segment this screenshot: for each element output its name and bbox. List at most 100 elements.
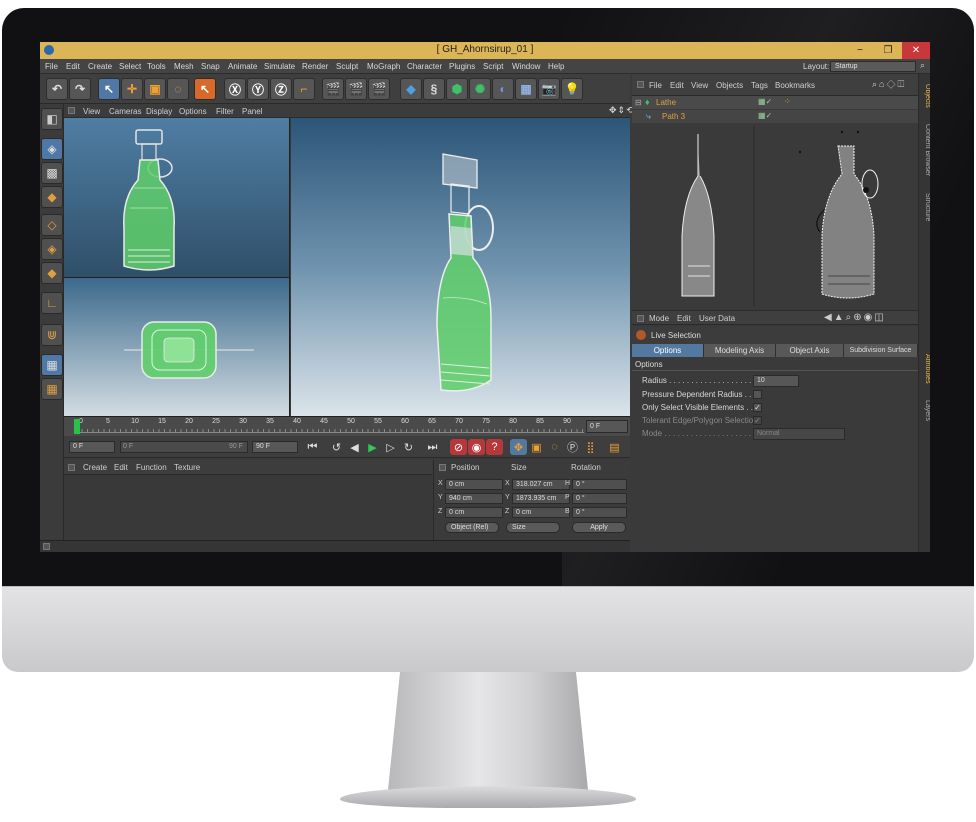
object-name-path[interactable]: Path 3 xyxy=(662,112,685,121)
move-icon[interactable]: ✛ xyxy=(121,78,143,100)
pos-z-field[interactable]: 0 cm xyxy=(445,507,503,518)
material-menu-function[interactable]: Function xyxy=(136,463,167,472)
visible-only-checkbox[interactable]: ✓ xyxy=(753,403,762,412)
snapping-magnet-icon[interactable]: ⋓ xyxy=(41,324,63,346)
layout-select[interactable]: Startup xyxy=(830,61,916,72)
apply-button[interactable]: Apply xyxy=(572,522,626,533)
objects-menu-view[interactable]: View xyxy=(691,81,708,90)
previous-key-icon[interactable]: ↺ xyxy=(328,439,345,455)
viewport-menu-display[interactable]: Display xyxy=(146,107,172,116)
floor-scene-icon[interactable]: ▦ xyxy=(515,78,537,100)
material-menu-edit[interactable]: Edit xyxy=(114,463,128,472)
tab-object-axis[interactable]: Object Axis xyxy=(776,344,844,357)
render-view-icon[interactable]: 🎬 xyxy=(322,78,344,100)
objects-menu-objects[interactable]: Objects xyxy=(716,81,743,90)
z-axis-lock-icon[interactable]: Ⓩ xyxy=(270,78,292,100)
radius-field[interactable]: 10 xyxy=(753,375,799,387)
redo-icon[interactable]: ↷ xyxy=(69,78,91,100)
visibility-check-icon[interactable]: ▦✓ xyxy=(758,97,772,106)
x-axis-lock-icon[interactable]: Ⓧ xyxy=(224,78,246,100)
array-generator-icon[interactable]: ✺ xyxy=(469,78,491,100)
tolerant-selection-checkbox[interactable]: ✓ xyxy=(753,416,762,425)
rotation-key-icon[interactable]: ◌ xyxy=(546,439,563,455)
subdivision-surface-icon[interactable]: ⬢ xyxy=(446,78,468,100)
attribute-nav-icons[interactable]: ◀▲⌕⊕◉◫ xyxy=(824,312,886,323)
viewport-menu-view[interactable]: View xyxy=(83,107,100,116)
menu-edit[interactable]: Edit xyxy=(66,62,80,71)
position-key-icon[interactable]: ✥ xyxy=(510,439,527,455)
workplane-mode-icon[interactable]: ◆ xyxy=(41,186,63,208)
viewport-perspective[interactable] xyxy=(291,118,630,416)
attributes-menu-mode[interactable]: Mode xyxy=(649,314,669,323)
viewport-menu-panel[interactable]: Panel xyxy=(242,107,262,116)
preview-range-slider[interactable]: 0 F 90 F xyxy=(120,441,248,453)
rotate-icon[interactable]: ◌ xyxy=(167,78,189,100)
timeline-window-icon[interactable]: ▤ xyxy=(606,439,623,455)
rot-h-field[interactable]: 0 ° xyxy=(572,479,627,490)
menu-file[interactable]: File xyxy=(45,62,58,71)
pressure-radius-checkbox[interactable] xyxy=(753,390,762,399)
rot-p-field[interactable]: 0 ° xyxy=(572,493,627,504)
camera-icon[interactable]: 📷 xyxy=(538,78,560,100)
side-tab-structure[interactable]: Structure xyxy=(919,186,930,228)
side-tab-attributes[interactable]: Attributes xyxy=(919,346,930,392)
menu-character[interactable]: Character xyxy=(407,62,442,71)
play-icon[interactable]: ▶ xyxy=(364,439,381,455)
autokeying-icon[interactable]: ◉ xyxy=(468,439,485,455)
spline-pen-icon[interactable]: § xyxy=(423,78,445,100)
menu-sculpt[interactable]: Sculpt xyxy=(336,62,358,71)
viewport-front[interactable] xyxy=(64,278,290,416)
axis-mode-icon[interactable]: ∟ xyxy=(41,292,63,314)
go-to-end-icon[interactable]: ⏭ xyxy=(424,439,441,455)
minimize-button[interactable]: − xyxy=(846,42,874,59)
pos-x-field[interactable]: 0 cm xyxy=(445,479,503,490)
scale-key-icon[interactable]: ▣ xyxy=(528,439,545,455)
render-settings-icon[interactable]: 🎬 xyxy=(368,78,390,100)
menu-help[interactable]: Help xyxy=(548,62,564,71)
menu-tools[interactable]: Tools xyxy=(147,62,166,71)
timeline[interactable]: 0 5 10 15 20 25 30 35 40 45 50 55 60 65 … xyxy=(64,416,630,436)
keyframe-selection-icon[interactable]: ? xyxy=(486,439,503,455)
timeline-playhead[interactable] xyxy=(74,419,80,434)
viewport-menu-options[interactable]: Options xyxy=(179,107,207,116)
object-row-path[interactable]: ⤷ Path 3 ▦✓ xyxy=(632,110,918,123)
objects-menu-tags[interactable]: Tags xyxy=(751,81,768,90)
menu-window[interactable]: Window xyxy=(512,62,540,71)
current-frame-field[interactable]: 0 F xyxy=(586,420,628,433)
viewport-menu-filter[interactable]: Filter xyxy=(216,107,234,116)
y-axis-lock-icon[interactable]: Ⓨ xyxy=(247,78,269,100)
coordinate-system-icon[interactable]: ⌐ xyxy=(293,78,315,100)
max-time-field[interactable]: 90 F xyxy=(252,441,298,453)
size-z-field[interactable]: 0 cm xyxy=(512,507,570,518)
expand-icon[interactable]: ⊟ xyxy=(635,98,642,107)
attributes-menu-user-data[interactable]: User Data xyxy=(699,314,735,323)
model-mode-icon[interactable]: ◈ xyxy=(41,138,63,160)
size-y-field[interactable]: 1873.935 cm xyxy=(512,493,570,504)
mode-dropdown[interactable]: Normal xyxy=(753,428,845,440)
pos-y-field[interactable]: 940 cm xyxy=(445,493,503,504)
side-tab-content-browser[interactable]: Content Browser xyxy=(919,118,930,182)
light-icon[interactable]: 💡 xyxy=(561,78,583,100)
coordinate-mode-dropdown[interactable]: Object (Rel) xyxy=(445,522,499,533)
material-list-area[interactable] xyxy=(64,475,432,537)
next-frame-icon[interactable]: ▷ xyxy=(382,439,399,455)
menu-script[interactable]: Script xyxy=(483,62,503,71)
texture-mode-icon[interactable]: ▩ xyxy=(41,162,63,184)
viewport-top[interactable] xyxy=(64,118,290,278)
live-selection-icon[interactable]: ↖ xyxy=(98,78,120,100)
previous-frame-icon[interactable]: ◀ xyxy=(346,439,363,455)
side-tab-objects[interactable]: Objects xyxy=(919,78,930,114)
object-row-lathe[interactable]: ⊟ ♦ Lathe ▦✓ ⁘ xyxy=(632,96,918,109)
menu-select[interactable]: Select xyxy=(119,62,141,71)
menu-create[interactable]: Create xyxy=(88,62,112,71)
viewport-menu-cameras[interactable]: Cameras xyxy=(109,107,141,116)
menu-render[interactable]: Render xyxy=(302,62,328,71)
objects-menu-bookmarks[interactable]: Bookmarks xyxy=(775,81,815,90)
deformer-icon[interactable]: ◐ xyxy=(492,78,514,100)
planar-workplane-icon[interactable]: ▦ xyxy=(41,378,63,400)
attributes-menu-edit[interactable]: Edit xyxy=(677,314,691,323)
menu-snap[interactable]: Snap xyxy=(201,62,220,71)
object-name-lathe[interactable]: Lathe xyxy=(656,98,676,107)
polygons-mode-icon[interactable]: ◆ xyxy=(41,262,63,284)
material-menu-texture[interactable]: Texture xyxy=(174,463,200,472)
